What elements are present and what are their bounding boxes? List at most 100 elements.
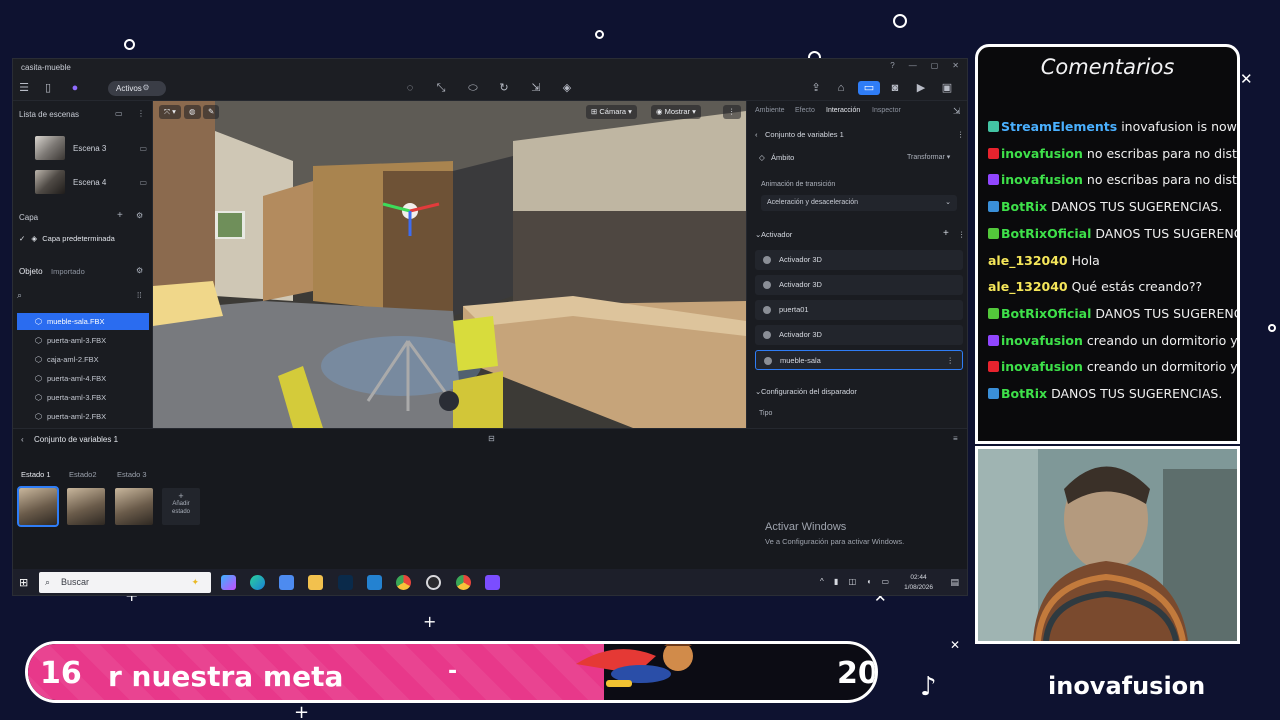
activator-item[interactable]: Activador 3D: [755, 275, 963, 295]
state-tab[interactable]: Estado 1: [21, 470, 51, 479]
layer-settings-icon[interactable]: ⚙: [136, 211, 143, 220]
store-icon[interactable]: [279, 575, 294, 590]
back-icon[interactable]: ‹: [755, 130, 758, 139]
notification-icon[interactable]: ▤: [950, 577, 959, 588]
activator-label: Activador 3D: [779, 255, 822, 264]
light-icon[interactable]: ◌: [403, 81, 417, 95]
globe-icon[interactable]: ◍: [184, 105, 201, 119]
state-thumbnail[interactable]: [115, 488, 153, 525]
object-item[interactable]: ⬡ puerta-aml-2.FBX: [17, 408, 149, 425]
activator-more-icon[interactable]: ⋮: [947, 351, 955, 371]
object-item[interactable]: ⬡ puerta-aml-3.FBX: [17, 332, 149, 349]
assets-button[interactable]: Activos: [108, 81, 166, 96]
tab-inspector[interactable]: Inspector: [872, 107, 901, 114]
chrome-icon[interactable]: [396, 575, 411, 590]
scene-item[interactable]: Escena 4 ▭: [35, 169, 147, 195]
interaction-view-icon[interactable]: ▭: [858, 81, 880, 95]
3d-viewport[interactable]: ⤧ ▾ ◍ ✎ ⊞ Cámara ▾ ◉ Mostrar ▾ ⋮: [153, 101, 746, 428]
objects-settings-icon[interactable]: ⚙: [136, 266, 143, 275]
edge-icon[interactable]: [250, 575, 265, 590]
copilot-icon[interactable]: [221, 575, 236, 590]
state-thumbnail[interactable]: [67, 488, 105, 525]
vscode-icon[interactable]: [367, 575, 382, 590]
pin-icon[interactable]: ⇲: [953, 106, 961, 117]
plugin-icon[interactable]: ●: [68, 81, 82, 95]
show-dropdown[interactable]: ◉ Mostrar ▾: [651, 105, 701, 119]
grid-view-icon[interactable]: ⁞⁞: [137, 291, 141, 300]
path-icon[interactable]: ⇲: [529, 81, 543, 95]
app-icon[interactable]: [485, 575, 500, 590]
scope-dropdown[interactable]: Transformar ▾: [907, 153, 950, 161]
variable-set-more-icon[interactable]: ⋮: [957, 130, 965, 139]
camera-icon[interactable]: ◙: [888, 81, 902, 95]
taskbar-clock[interactable]: 02:44 1/08/2026: [904, 573, 933, 593]
camera-dropdown[interactable]: ⊞ Cámara ▾: [586, 105, 637, 119]
collapse-icon[interactable]: ≡: [953, 434, 958, 443]
add-state-button[interactable]: + Añadir estado: [162, 488, 200, 525]
chat-text: DANOS TUS SUGERENCIAS.: [1095, 225, 1237, 241]
scene-item[interactable]: Escena 3 ▭: [35, 135, 147, 161]
menu-icon[interactable]: ☰: [17, 81, 31, 95]
activator-item[interactable]: mueble-sala ⋮: [755, 350, 963, 370]
activator-item[interactable]: puerta01: [755, 300, 963, 320]
state-thumbnail[interactable]: [17, 486, 59, 527]
activator-add-icon[interactable]: +: [943, 228, 949, 239]
layer-add-icon[interactable]: +: [117, 210, 123, 221]
taskbar-search[interactable]: ⌕ Buscar ✦: [39, 572, 211, 593]
add-state-label: Añadir estado: [171, 501, 190, 515]
gallery-icon[interactable]: ▣: [940, 81, 954, 95]
scenes-add-icon[interactable]: ▭: [115, 109, 123, 118]
obs-icon[interactable]: [426, 575, 441, 590]
maximize-icon[interactable]: ▢: [931, 61, 939, 70]
photoshop-icon[interactable]: [338, 575, 353, 590]
export-icon[interactable]: ⇪: [809, 81, 823, 95]
assets-filter-icon[interactable]: ⚙: [139, 81, 153, 95]
chat-badge-icon: [988, 227, 999, 239]
search-icon: ⌕: [45, 577, 51, 587]
pen-icon[interactable]: ✎: [203, 105, 220, 119]
bottom-back-icon[interactable]: ‹: [21, 435, 24, 444]
scenes-more-icon[interactable]: ⋮: [137, 109, 145, 118]
panel-toggle-icon[interactable]: ⊟: [488, 434, 495, 443]
decor-ring: [893, 14, 907, 28]
state-tab[interactable]: Estado2: [69, 470, 97, 479]
tab-efecto[interactable]: Efecto: [795, 107, 815, 114]
scene-camera-icon[interactable]: ▭: [139, 178, 147, 187]
default-layer-row[interactable]: ✓ ◈ Capa predeterminada: [19, 234, 147, 248]
video-icon[interactable]: ▶: [914, 81, 928, 95]
chat-message: inovafusioncreando un dormitorio y cocin…: [988, 333, 1237, 355]
render-icon[interactable]: ⌂: [834, 81, 848, 95]
minimize-icon[interactable]: —: [909, 61, 917, 70]
material-icon[interactable]: ⬭: [466, 81, 480, 95]
object-item[interactable]: ⬡ caja-aml-2.FBX: [17, 351, 149, 368]
tab-interaccion[interactable]: Interacción: [826, 107, 860, 114]
activator-item[interactable]: Activador 3D: [755, 325, 963, 345]
chat-message: BotRixOficialDANOS TUS SUGERENCIAS.: [988, 306, 1237, 328]
object-search[interactable]: ⌕: [17, 290, 139, 304]
tray-icons[interactable]: ^ ▮ ◫ ◖ ▭: [820, 577, 893, 586]
scene-camera-icon[interactable]: ▭: [139, 144, 147, 153]
chrome-profile-icon[interactable]: [456, 575, 471, 590]
help-icon[interactable]: ?: [890, 61, 894, 70]
measure-icon[interactable]: ⤡: [434, 81, 448, 95]
transform-tool-button[interactable]: ⤧ ▾: [159, 105, 181, 119]
tab-object[interactable]: Objeto: [19, 267, 43, 276]
windows-start-icon[interactable]: ⊞: [19, 576, 28, 589]
object-item[interactable]: ⬡ mueble-sala.FBX: [17, 313, 149, 330]
folder-icon[interactable]: [308, 575, 323, 590]
tab-imported[interactable]: Importado: [51, 267, 85, 276]
state-tab[interactable]: Estado 3: [117, 470, 147, 479]
activator-item[interactable]: Activador 3D: [755, 250, 963, 270]
transition-select[interactable]: Aceleración y desaceleración ⌄: [761, 195, 957, 211]
more-icon[interactable]: ⋮: [723, 105, 741, 119]
scenes-header: Lista de escenas: [19, 110, 80, 119]
document-icon[interactable]: ▯: [41, 81, 55, 95]
activator-more-icon[interactable]: ⋮: [958, 230, 966, 239]
object-item[interactable]: ⬡ puerta-aml-3.FBX: [17, 389, 149, 406]
tab-ambiente[interactable]: Ambiente: [755, 107, 785, 114]
object-item[interactable]: ⬡ puerta-aml-4.FBX: [17, 370, 149, 387]
close-icon[interactable]: ✕: [952, 61, 959, 70]
cube-icon: ⬡: [35, 317, 42, 326]
animation-icon[interactable]: ↻: [497, 81, 511, 95]
layers-icon[interactable]: ◈: [560, 81, 574, 95]
